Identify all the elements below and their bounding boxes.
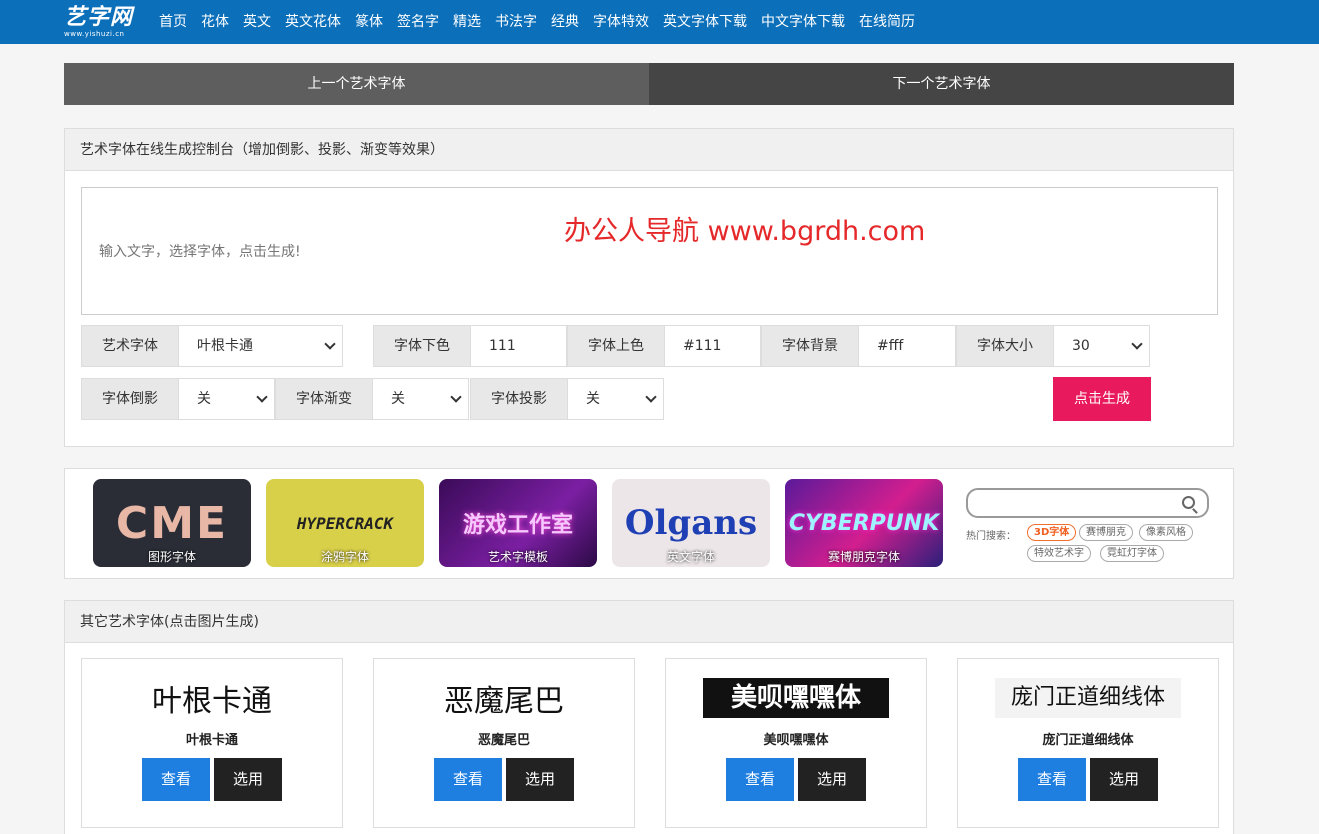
font-sample-image[interactable]: 美呗嘿嘿体 — [666, 677, 926, 719]
nav-home[interactable]: 首页 — [159, 4, 187, 40]
bottom-color-group: 字体下色 111 — [373, 325, 567, 367]
view-button[interactable]: 查看 — [142, 758, 210, 801]
main-nav: 首页 花体 英文 英文花体 篆体 签名字 精选 书法字 经典 字体特效 英文字体… — [159, 0, 929, 44]
thumb-cyberpunk-font[interactable]: CYBERPUNK 赛博朋克字体 — [785, 479, 943, 567]
nav-font-effects[interactable]: 字体特效 — [593, 4, 649, 40]
hot-tag-cyberpunk[interactable]: 赛博朋克 — [1079, 524, 1133, 541]
thumb-caption: 赛博朋克字体 — [827, 550, 900, 564]
nav-classic[interactable]: 经典 — [551, 4, 579, 40]
next-font-button[interactable]: 下一个艺术字体 — [649, 63, 1234, 105]
font-select[interactable]: 叶根卡通 — [179, 326, 342, 366]
bottom-color-input[interactable]: 111 — [471, 326, 566, 366]
search-input[interactable] — [966, 488, 1209, 518]
thumb-caption: 艺术字模板 — [487, 550, 548, 564]
font-size-group: 字体大小 30 — [956, 325, 1150, 367]
nav-online-resume[interactable]: 在线简历 — [859, 4, 915, 40]
bottom-color-label: 字体下色 — [374, 326, 471, 366]
logo-text: 艺字网 — [64, 5, 134, 30]
bg-color-label: 字体背景 — [762, 326, 859, 366]
nav-chinese-font-download[interactable]: 中文字体下载 — [761, 4, 845, 40]
nav-english-script[interactable]: 英文花体 — [285, 4, 341, 40]
thumb-english-font[interactable]: Olgans 英文字体 — [612, 479, 770, 567]
console-title: 艺术字体在线生成控制台（增加倒影、投影、渐变等效果） — [65, 129, 1233, 171]
generate-button[interactable]: 点击生成 — [1053, 377, 1151, 421]
shadow-group: 字体投影 关 — [470, 378, 664, 420]
nav-huati[interactable]: 花体 — [201, 4, 229, 40]
nav-featured[interactable]: 精选 — [453, 4, 481, 40]
nav-seal[interactable]: 篆体 — [355, 4, 383, 40]
nav-signature[interactable]: 签名字 — [397, 4, 439, 40]
font-card: 叶根卡通 叶根卡通 查看 选用 — [81, 658, 343, 828]
font-card-name: 庞门正道细线体 — [1042, 733, 1134, 748]
watermark-text: 办公人导航 www.bgrdh.com — [564, 216, 926, 247]
hot-tag-3d[interactable]: 3D字体 — [1027, 524, 1077, 541]
other-fonts-panel: 其它艺术字体(点击图片生成) 叶根卡通 叶根卡通 查看 选用 恶魔尾巴 恶魔尾巴… — [64, 600, 1234, 834]
font-size-select[interactable]: 30 — [1054, 326, 1149, 366]
shadow-label: 字体投影 — [471, 379, 568, 419]
font-card: 恶魔尾巴 恶魔尾巴 查看 选用 — [373, 658, 635, 828]
top-color-label: 字体上色 — [568, 326, 665, 366]
font-card-name: 叶根卡通 — [185, 733, 238, 748]
hot-tag-neon[interactable]: 霓虹灯字体 — [1100, 545, 1164, 562]
gradient-select[interactable]: 关 — [373, 379, 468, 419]
select-button[interactable]: 选用 — [506, 758, 574, 801]
thumb-graffiti-font[interactable]: HYPERCRACK 涂鸦字体 — [266, 479, 424, 567]
hot-search-label: 热门搜索： — [966, 531, 1016, 542]
thumb-graphic-font[interactable]: CME 图形字体 — [93, 479, 251, 567]
text-input[interactable] — [81, 187, 1218, 315]
gradient-label: 字体渐变 — [276, 379, 373, 419]
font-card: 美呗嘿嘿体 美呗嘿嘿体 查看 选用 — [665, 658, 927, 828]
font-card-name: 恶魔尾巴 — [477, 733, 530, 748]
font-sample-text: 庞门正道细线体 — [995, 678, 1181, 718]
font-select-group: 艺术字体 叶根卡通 — [81, 325, 343, 367]
other-fonts-title: 其它艺术字体(点击图片生成) — [65, 601, 1233, 643]
nav-english[interactable]: 英文 — [243, 4, 271, 40]
font-sample-image[interactable]: 庞门正道细线体 — [958, 677, 1218, 719]
reflection-select[interactable]: 关 — [179, 379, 274, 419]
site-logo[interactable]: 艺字网 www.yishuzi.cn — [64, 4, 138, 40]
view-button[interactable]: 查看 — [434, 758, 502, 801]
top-navbar: 艺字网 www.yishuzi.cn 首页 花体 英文 英文花体 篆体 签名字 … — [0, 0, 1319, 44]
top-color-input[interactable]: #111 — [665, 326, 760, 366]
thumb-caption: 图形字体 — [147, 550, 196, 564]
prev-next-bar: 上一个艺术字体 下一个艺术字体 — [64, 63, 1234, 105]
thumb-art-template[interactable]: 游戏工作室 艺术字模板 — [439, 479, 597, 567]
gradient-group: 字体渐变 关 — [275, 378, 469, 420]
hot-tag-effects[interactable]: 特效艺术字 — [1027, 545, 1091, 562]
font-label: 艺术字体 — [82, 326, 179, 366]
font-sample-image[interactable]: 叶根卡通 — [82, 677, 342, 719]
view-button[interactable]: 查看 — [726, 758, 794, 801]
select-button[interactable]: 选用 — [214, 758, 282, 801]
reflection-label: 字体倒影 — [82, 379, 179, 419]
font-sample-text: 美呗嘿嘿体 — [703, 678, 889, 718]
font-size-label: 字体大小 — [957, 326, 1054, 366]
nav-english-font-download[interactable]: 英文字体下载 — [663, 4, 747, 40]
select-button[interactable]: 选用 — [798, 758, 866, 801]
category-banner: CME 图形字体 HYPERCRACK 涂鸦字体 游戏工作室 艺术字模板 Olg… — [64, 468, 1234, 579]
thumb-caption: 涂鸦字体 — [320, 550, 369, 564]
top-color-group: 字体上色 #111 — [567, 325, 761, 367]
logo-url: www.yishuzi.cn — [64, 30, 125, 38]
search-icon[interactable] — [1182, 496, 1195, 509]
nav-calligraphy[interactable]: 书法字 — [495, 4, 537, 40]
font-sample-image[interactable]: 恶魔尾巴 — [374, 677, 634, 719]
thumb-caption: 英文字体 — [666, 550, 715, 564]
prev-font-button[interactable]: 上一个艺术字体 — [64, 63, 649, 105]
generator-console: 艺术字体在线生成控制台（增加倒影、投影、渐变等效果） 办公人导航 www.bgr… — [64, 128, 1234, 447]
shadow-select[interactable]: 关 — [568, 379, 663, 419]
font-card: 庞门正道细线体 庞门正道细线体 查看 选用 — [957, 658, 1219, 828]
select-button[interactable]: 选用 — [1090, 758, 1158, 801]
reflection-group: 字体倒影 关 — [81, 378, 275, 420]
hot-tag-pixel[interactable]: 像素风格 — [1139, 524, 1193, 541]
bg-color-input[interactable]: #fff — [859, 326, 955, 366]
font-card-name: 美呗嘿嘿体 — [763, 733, 829, 748]
view-button[interactable]: 查看 — [1018, 758, 1086, 801]
bg-color-group: 字体背景 #fff — [761, 325, 956, 367]
